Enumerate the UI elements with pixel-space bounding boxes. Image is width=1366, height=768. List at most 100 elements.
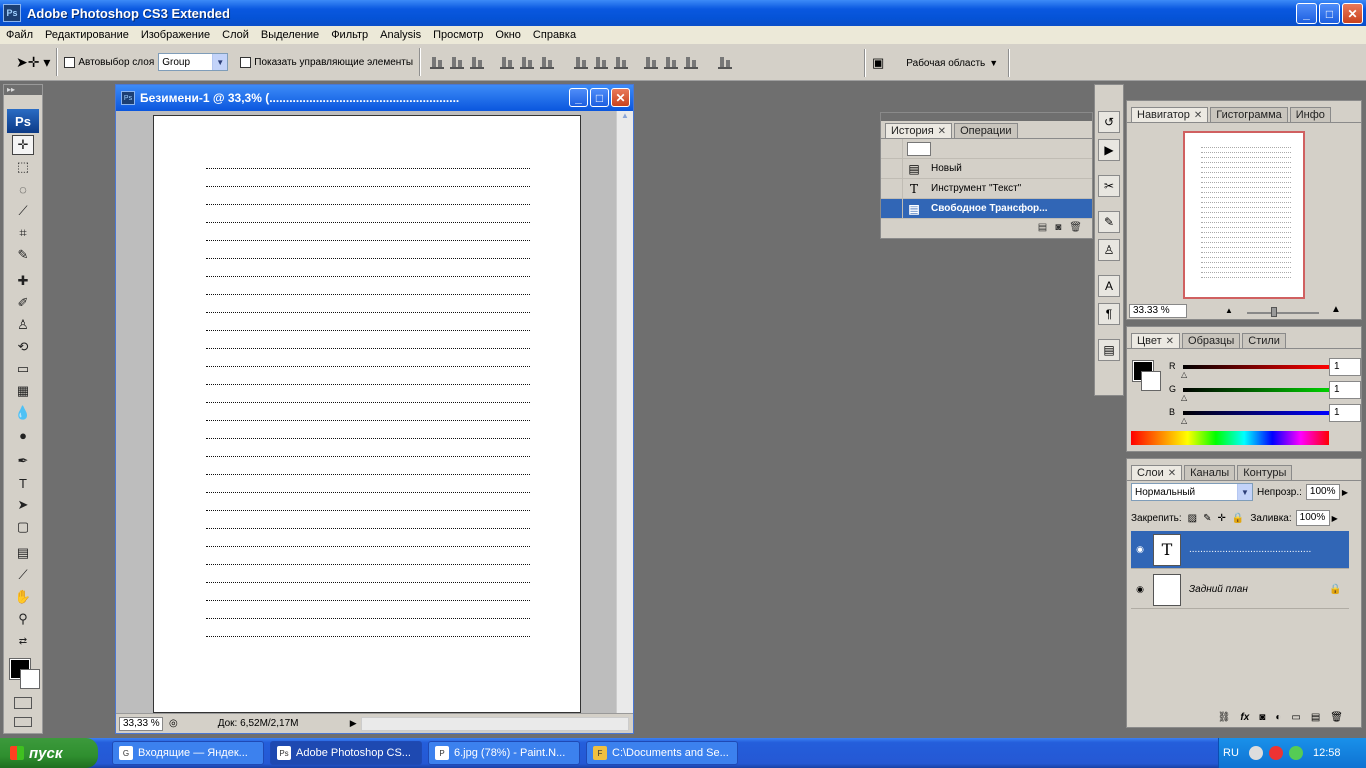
blue-value-field[interactable]: 1 <box>1329 404 1361 422</box>
actions-panel-icon[interactable]: ▶ <box>1098 139 1120 161</box>
crop-tool-icon[interactable]: ⌗ <box>12 223 34 243</box>
link-layers-icon[interactable]: ⛓ <box>1218 712 1231 723</box>
taskbar-item-explorer[interactable]: F C:\Documents and Se... <box>586 741 738 765</box>
trash-icon[interactable]: 🗑 <box>1330 712 1343 723</box>
fill-slider-arrow-icon[interactable]: ▶ <box>1332 514 1338 523</box>
visibility-eye-icon[interactable]: ◉ <box>1131 584 1149 595</box>
canvas-area[interactable] <box>116 111 616 715</box>
close-icon[interactable]: ✕ <box>938 126 946 137</box>
healing-brush-tool-icon[interactable]: ✚ <box>12 271 34 291</box>
path-selection-tool-icon[interactable]: ➤ <box>12 495 34 515</box>
layer-name[interactable]: Задний план <box>1189 584 1329 595</box>
layer-row-background[interactable]: ◉ Задний план 🔒 <box>1131 571 1349 609</box>
quick-mask-icon[interactable] <box>14 697 32 709</box>
navigator-zoom-field[interactable]: 33.33 % <box>1129 304 1187 318</box>
slice-tool-icon[interactable]: ✎ <box>12 245 34 265</box>
auto-select-checkbox[interactable] <box>64 56 76 68</box>
distribute-vcenter-icon[interactable] <box>594 55 609 69</box>
tool-presets-icon[interactable]: ✂ <box>1098 175 1120 197</box>
tab-paths[interactable]: Контуры <box>1237 465 1293 480</box>
tab-histogram[interactable]: Гистограмма <box>1210 107 1288 122</box>
align-bottom-icon[interactable] <box>470 55 485 69</box>
status-info-icon[interactable]: ◎ <box>169 718 178 729</box>
new-document-from-state-icon[interactable]: ▤ <box>1038 222 1047 233</box>
network-icon[interactable] <box>1249 746 1263 760</box>
auto-align-icon[interactable] <box>718 55 733 69</box>
lock-transparent-icon[interactable]: ▨ <box>1188 513 1197 524</box>
trash-icon[interactable]: 🗑 <box>1069 222 1082 233</box>
history-brush-tool-icon[interactable]: ⟲ <box>12 337 34 357</box>
background-color-swatch[interactable] <box>1141 371 1161 391</box>
history-panel-icon[interactable]: ↺ <box>1098 111 1120 133</box>
bridge-icon[interactable]: ▣ <box>872 55 884 71</box>
align-left-icon[interactable] <box>500 55 515 69</box>
paragraph-panel-icon[interactable]: ¶ <box>1098 303 1120 325</box>
document-maximize-button[interactable]: □ <box>590 88 609 107</box>
download-icon[interactable] <box>1289 746 1303 760</box>
maximize-button[interactable]: □ <box>1319 3 1340 24</box>
taskbar-item-paint[interactable]: P 6.jpg (78%) - Paint.N... <box>428 741 580 765</box>
tab-history[interactable]: История ✕ <box>885 123 953 138</box>
menu-edit[interactable]: Редактирование <box>39 29 135 41</box>
create-snapshot-icon[interactable]: ◙ <box>1055 222 1061 233</box>
blue-slider[interactable] <box>1183 411 1329 415</box>
blue-slider-handle[interactable]: △ <box>1181 416 1187 425</box>
red-value-field[interactable]: 1 <box>1329 358 1361 376</box>
brushes-panel-icon[interactable]: ✎ <box>1098 211 1120 233</box>
menu-image[interactable]: Изображение <box>135 29 216 41</box>
zoom-slider-handle[interactable] <box>1271 307 1277 317</box>
hand-tool-icon[interactable]: ✋ <box>12 587 34 607</box>
canvas-page[interactable] <box>153 115 581 713</box>
tab-layers[interactable]: Слои ✕ <box>1131 465 1183 480</box>
dodge-tool-icon[interactable]: ● <box>12 425 34 445</box>
language-indicator[interactable]: RU <box>1223 747 1243 759</box>
tab-actions[interactable]: Операции <box>954 123 1018 138</box>
distribute-hcenter-icon[interactable] <box>664 55 679 69</box>
red-slider-handle[interactable]: △ <box>1181 370 1187 379</box>
align-top-icon[interactable] <box>430 55 445 69</box>
scroll-up-icon[interactable]: ▲ <box>617 111 633 125</box>
menu-view[interactable]: Просмотр <box>427 29 489 41</box>
photoshop-logo[interactable]: Ps <box>7 109 39 133</box>
taskbar-item-browser[interactable]: G Входящие — Яндек... <box>112 741 264 765</box>
lock-all-icon[interactable]: 🔒 <box>1232 513 1244 524</box>
layer-style-icon[interactable]: fx <box>1240 712 1249 723</box>
history-step-selected[interactable]: ▤ Свободное Трансфор... <box>881 198 1092 219</box>
layer-row-text[interactable]: ◉ T ....................................… <box>1131 531 1349 569</box>
antivirus-icon[interactable] <box>1269 746 1283 760</box>
show-transform-controls-checkbox[interactable] <box>240 56 252 68</box>
green-value-field[interactable]: 1 <box>1329 381 1361 399</box>
green-slider[interactable] <box>1183 388 1329 392</box>
brush-tool-icon[interactable]: ✐ <box>12 293 34 313</box>
add-mask-icon[interactable]: ◙ <box>1259 712 1265 723</box>
minimize-button[interactable]: _ <box>1296 3 1317 24</box>
type-tool-icon[interactable]: T <box>12 473 34 493</box>
distribute-right-icon[interactable] <box>684 55 699 69</box>
document-zoom-field[interactable]: 33,33 % <box>119 716 163 731</box>
toolbox-collapse-icon[interactable]: ▸▸ <box>4 85 42 95</box>
move-tool-preset-icon[interactable]: ➤✛ ▾ <box>16 54 50 71</box>
adjustment-layer-icon[interactable]: ◐ <box>1275 712 1281 723</box>
marquee-tool-icon[interactable]: ⬚ <box>12 157 34 177</box>
tab-info[interactable]: Инфо <box>1289 107 1331 122</box>
tab-color[interactable]: Цвет ✕ <box>1131 333 1181 348</box>
layer-name[interactable]: ........................................… <box>1189 544 1349 555</box>
menu-window[interactable]: Окно <box>489 29 527 41</box>
eraser-tool-icon[interactable]: ▭ <box>12 359 34 379</box>
horizontal-scrollbar[interactable] <box>360 716 629 731</box>
shape-tool-icon[interactable]: ▢ <box>12 517 34 537</box>
align-vcenter-icon[interactable] <box>450 55 465 69</box>
green-slider-handle[interactable]: △ <box>1181 393 1187 402</box>
new-group-icon[interactable]: ▭ <box>1291 712 1300 723</box>
history-step[interactable]: T Инструмент "Текст" <box>881 178 1092 199</box>
distribute-bottom-icon[interactable] <box>614 55 629 69</box>
document-minimize-button[interactable]: _ <box>569 88 588 107</box>
workspace-menu[interactable]: Рабочая область <box>906 58 985 69</box>
menu-filter[interactable]: Фильтр <box>325 29 374 41</box>
taskbar-item-photoshop[interactable]: Ps Adobe Photoshop CS... <box>270 741 422 765</box>
close-button[interactable]: ✕ <box>1342 3 1363 24</box>
lasso-tool-icon[interactable]: ◌ <box>12 179 34 199</box>
red-slider[interactable] <box>1183 365 1329 369</box>
menu-help[interactable]: Справка <box>527 29 582 41</box>
close-icon[interactable]: ✕ <box>1194 110 1202 121</box>
